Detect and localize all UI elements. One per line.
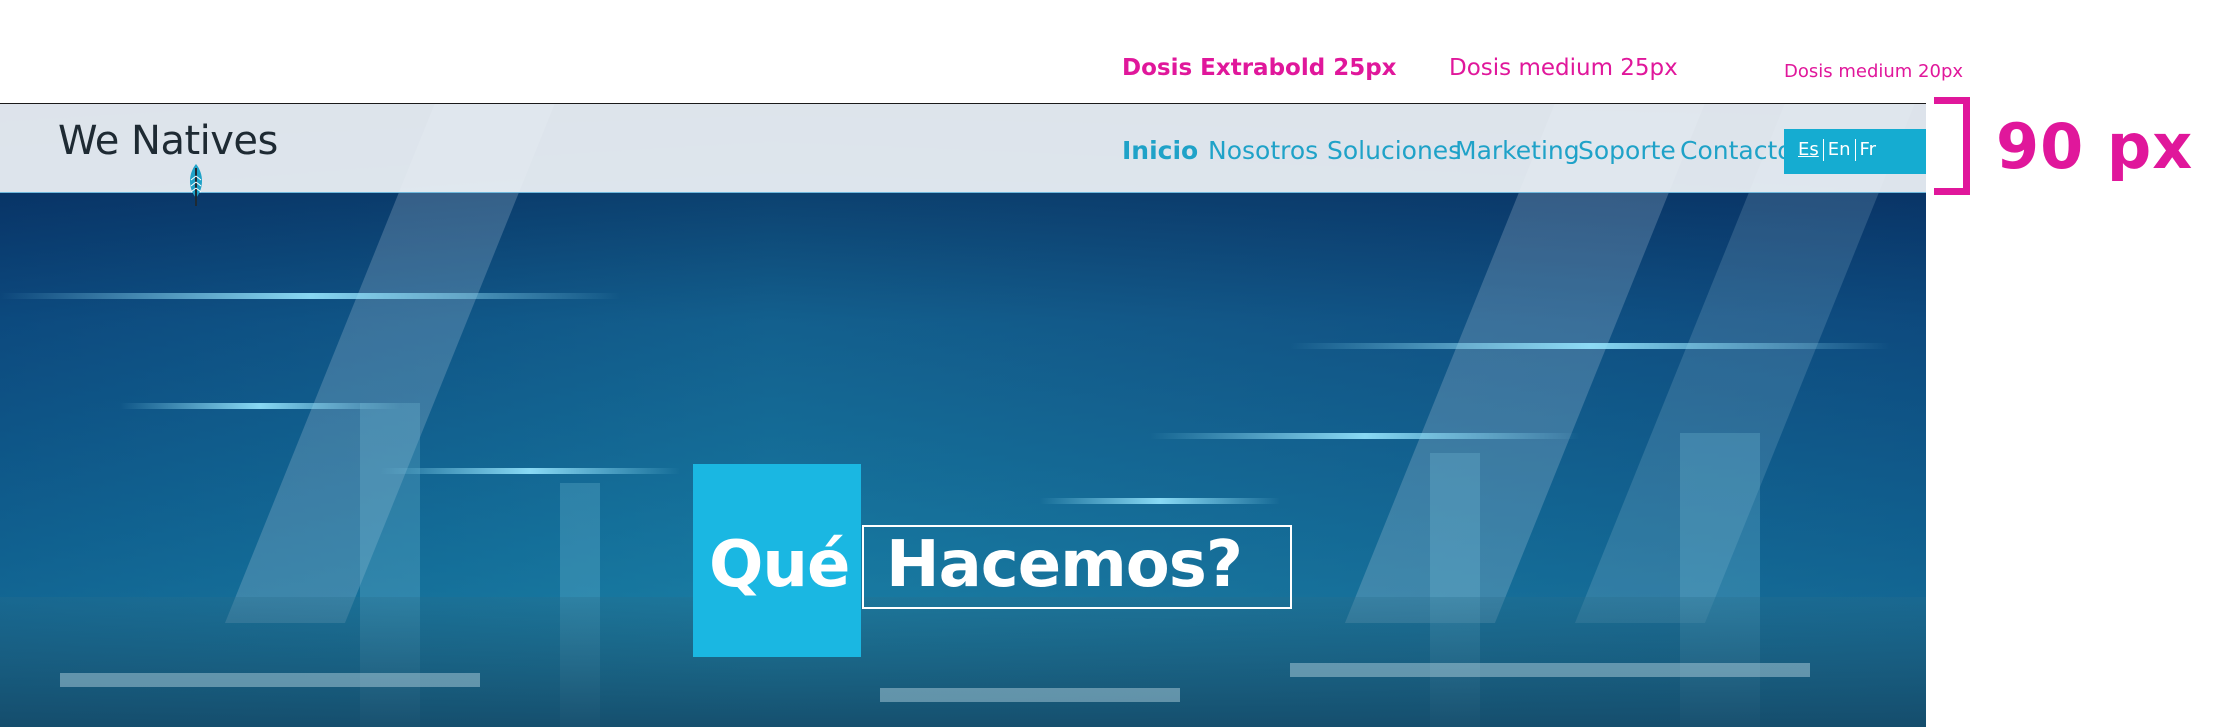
nav-item-soporte[interactable]: Soporte: [1578, 136, 1676, 165]
hero-background: [0, 103, 1926, 727]
ceiling-light: [1040, 498, 1280, 504]
website-mockup: We Natives Inicio Nosotros Soluciones Ma…: [0, 103, 1926, 727]
office-desk: [880, 688, 1180, 702]
nav-item-inicio[interactable]: Inicio: [1122, 136, 1198, 165]
nav-item-contacto[interactable]: Contacto: [1680, 136, 1793, 165]
spec-label-header-height: 90 px: [1996, 110, 2194, 183]
lang-divider: [1854, 139, 1856, 161]
ceiling-light: [120, 403, 400, 409]
ceiling-light: [1150, 433, 1580, 439]
height-bracket: [1934, 97, 1970, 195]
site-logo[interactable]: We Natives: [58, 118, 278, 206]
spec-label-nav-active-font: Dosis Extrabold 25px: [1122, 55, 1397, 81]
ceiling-light: [380, 468, 680, 474]
ceiling-light: [0, 293, 620, 299]
ceiling-light: [1290, 343, 1890, 349]
logo-text: We Natives: [58, 118, 278, 164]
site-header: We Natives Inicio Nosotros Soluciones Ma…: [0, 103, 1926, 206]
office-floor: [0, 597, 1926, 727]
spec-label-nav-font: Dosis medium 25px: [1449, 55, 1678, 81]
nav-item-nosotros[interactable]: Nosotros: [1208, 136, 1318, 165]
feather-icon: [190, 164, 202, 206]
lang-divider: [1822, 139, 1824, 161]
office-desk: [1290, 663, 1810, 677]
spec-label-lang-font: Dosis medium 20px: [1784, 61, 1964, 82]
hero-title-part2: Hacemos?: [886, 528, 1243, 602]
nav-item-marketing[interactable]: Marketing: [1455, 136, 1580, 165]
hero-title-part1: Qué: [709, 528, 850, 602]
office-desk: [60, 673, 480, 687]
lang-option-en[interactable]: En: [1828, 139, 1851, 160]
nav-item-soluciones[interactable]: Soluciones: [1327, 136, 1461, 165]
lang-option-fr[interactable]: Fr: [1860, 139, 1876, 160]
language-switcher: Es En Fr: [1784, 129, 1926, 174]
lang-option-es[interactable]: Es: [1798, 139, 1819, 160]
